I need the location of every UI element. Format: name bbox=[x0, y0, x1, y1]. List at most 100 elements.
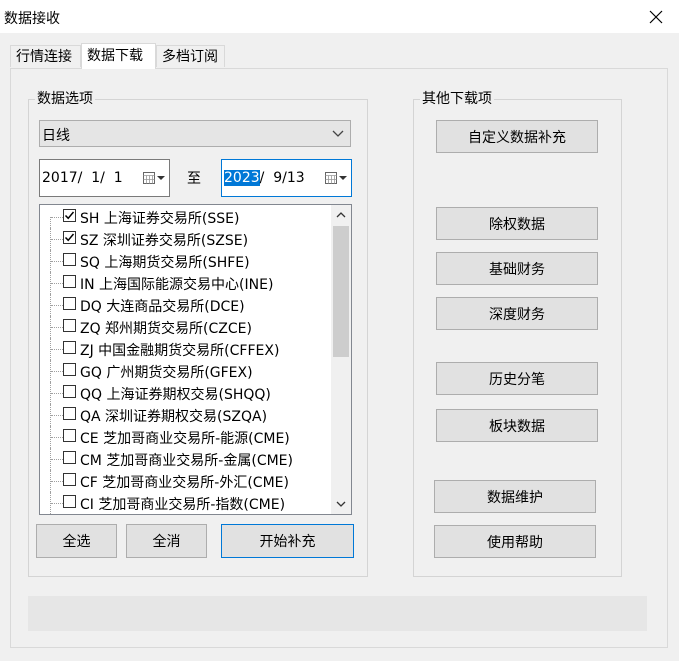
scroll-up-button[interactable] bbox=[331, 205, 351, 225]
market-checkbox[interactable] bbox=[63, 341, 76, 354]
maintenance-button[interactable]: 数据维护 bbox=[434, 480, 596, 513]
title-bar: 数据接收 bbox=[0, 0, 679, 33]
data-options-label: 数据选项 bbox=[35, 91, 95, 107]
start-date-value: 2017/ 1/ 1 bbox=[42, 170, 123, 186]
market-checkbox[interactable] bbox=[63, 253, 76, 266]
start-fill-button[interactable]: 开始补充 bbox=[221, 524, 354, 558]
period-select[interactable]: 日线 bbox=[39, 120, 351, 147]
market-label: GQ 广州期货交易所(GFEX) bbox=[80, 365, 253, 381]
market-checkbox[interactable] bbox=[63, 319, 76, 332]
market-checkbox[interactable] bbox=[63, 385, 76, 398]
tab-multilevel-subscription[interactable]: 多档订阅 bbox=[156, 45, 225, 67]
list-item[interactable]: QQ 上海证券期权交易(SHQQ) bbox=[40, 382, 332, 404]
market-label: CF 芝加哥商业交易所-外汇(CME) bbox=[80, 475, 289, 491]
market-label: DQ 大连商品交易所(DCE) bbox=[80, 299, 245, 315]
sector-data-button[interactable]: 板块数据 bbox=[436, 409, 598, 442]
check-icon bbox=[64, 233, 75, 242]
tab-quote-connection[interactable]: 行情连接 bbox=[10, 45, 81, 67]
list-item[interactable]: IN 上海国际能源交易中心(INE) bbox=[40, 272, 332, 294]
chevron-up-icon bbox=[336, 212, 346, 218]
tree-connector bbox=[50, 228, 64, 250]
tab-data-download[interactable]: 数据下载 bbox=[81, 43, 156, 69]
market-checkbox[interactable] bbox=[63, 363, 76, 376]
market-label: SH 上海证券交易所(SSE) bbox=[80, 211, 240, 227]
list-item[interactable]: CM 芝加哥商业交易所-金属(CME) bbox=[40, 448, 332, 470]
market-checkbox[interactable] bbox=[63, 275, 76, 288]
tree-connector bbox=[50, 448, 64, 470]
list-item[interactable]: GQ 广州期货交易所(GFEX) bbox=[40, 360, 332, 382]
market-checkbox[interactable] bbox=[63, 407, 76, 420]
tree-connector bbox=[50, 492, 64, 514]
window-title: 数据接收 bbox=[4, 11, 60, 27]
market-list[interactable]: SH 上海证券交易所(SSE) SZ 深圳证券交易所(SZSE) SQ 上海期货交易… bbox=[39, 204, 352, 515]
market-checkbox[interactable] bbox=[63, 473, 76, 486]
market-label: SZ 深圳证券交易所(SZSE) bbox=[80, 233, 249, 249]
list-item[interactable]: CF 芝加哥商业交易所-外汇(CME) bbox=[40, 470, 332, 492]
close-button[interactable] bbox=[633, 0, 679, 33]
tree-connector bbox=[50, 470, 64, 492]
calendar-icon[interactable] bbox=[325, 171, 347, 185]
list-item[interactable]: SQ 上海期货交易所(SHFE) bbox=[40, 250, 332, 272]
end-date-value: 2023/ 9/13 bbox=[224, 170, 305, 186]
market-checkbox[interactable] bbox=[63, 495, 76, 508]
market-label: IN 上海国际能源交易中心(INE) bbox=[80, 277, 274, 293]
market-label: QQ 上海证券期权交易(SHQQ) bbox=[80, 387, 271, 403]
end-date-picker[interactable]: 2023/ 9/13 bbox=[221, 159, 352, 197]
chevron-down-icon bbox=[336, 501, 346, 507]
market-checkbox[interactable] bbox=[63, 297, 76, 310]
market-label: QA 深圳证券期权交易(SZQA) bbox=[80, 409, 268, 425]
tree-connector bbox=[50, 426, 64, 448]
scroll-down-button[interactable] bbox=[331, 494, 351, 514]
market-label: CI 芝加哥商业交易所-指数(CME) bbox=[80, 497, 286, 513]
market-checkbox[interactable] bbox=[63, 451, 76, 464]
market-checkbox[interactable] bbox=[63, 231, 76, 244]
check-icon bbox=[64, 211, 75, 220]
status-bar bbox=[28, 596, 647, 631]
tree-connector bbox=[50, 250, 64, 272]
history-ticks-button[interactable]: 历史分笔 bbox=[436, 362, 598, 395]
list-item[interactable]: CE 芝加哥商业交易所-能源(CME) bbox=[40, 426, 332, 448]
chevron-down-icon bbox=[332, 130, 344, 137]
tab-label: 数据下载 bbox=[87, 48, 143, 64]
market-label: CM 芝加哥商业交易所-金属(CME) bbox=[80, 453, 293, 469]
help-button[interactable]: 使用帮助 bbox=[434, 525, 596, 558]
close-icon bbox=[649, 10, 663, 23]
list-item[interactable]: SZ 深圳证券交易所(SZSE) bbox=[40, 228, 332, 250]
list-item[interactable]: QA 深圳证券期权交易(SZQA) bbox=[40, 404, 332, 426]
tree-connector bbox=[50, 404, 64, 426]
market-label: ZJ 中国金融期货交易所(CFFEX) bbox=[80, 343, 280, 359]
list-item[interactable]: CI 芝加哥商业交易所-指数(CME) bbox=[40, 492, 332, 514]
scroll-thumb[interactable] bbox=[333, 226, 349, 357]
ex-rights-button[interactable]: 除权数据 bbox=[436, 207, 598, 240]
calendar-icon[interactable] bbox=[143, 171, 165, 185]
tree-connector bbox=[50, 360, 64, 382]
list-item[interactable]: ZQ 郑州期货交易所(CZCE) bbox=[40, 316, 332, 338]
market-label: ZQ 郑州期货交易所(CZCE) bbox=[80, 321, 252, 337]
market-checkbox[interactable] bbox=[63, 209, 76, 222]
start-date-picker[interactable]: 2017/ 1/ 1 bbox=[39, 159, 170, 197]
custom-fill-button[interactable]: 自定义数据补充 bbox=[436, 120, 598, 153]
list-item[interactable]: DQ 大连商品交易所(DCE) bbox=[40, 294, 332, 316]
market-label: SQ 上海期货交易所(SHFE) bbox=[80, 255, 250, 271]
list-scrollbar[interactable] bbox=[331, 205, 351, 514]
tab-label: 多档订阅 bbox=[162, 49, 218, 65]
end-date-year-selected: 2023 bbox=[224, 170, 260, 186]
clear-all-button[interactable]: 全消 bbox=[126, 524, 207, 558]
end-date-rest: / 9/13 bbox=[259, 170, 305, 186]
period-value: 日线 bbox=[42, 128, 70, 144]
tab-label: 行情连接 bbox=[16, 49, 72, 65]
tree-connector bbox=[50, 294, 64, 316]
to-label: 至 bbox=[187, 171, 201, 187]
tree-connector bbox=[50, 206, 64, 228]
basic-finance-button[interactable]: 基础财务 bbox=[436, 252, 598, 285]
tree-connector bbox=[50, 272, 64, 294]
deep-finance-button[interactable]: 深度财务 bbox=[436, 297, 598, 330]
list-item[interactable]: SH 上海证券交易所(SSE) bbox=[40, 206, 332, 228]
market-checkbox[interactable] bbox=[63, 429, 76, 442]
other-downloads-label: 其他下载项 bbox=[420, 91, 494, 107]
select-all-button[interactable]: 全选 bbox=[36, 524, 117, 558]
tree-connector bbox=[50, 382, 64, 404]
list-item[interactable]: ZJ 中国金融期货交易所(CFFEX) bbox=[40, 338, 332, 360]
market-label: CE 芝加哥商业交易所-能源(CME) bbox=[80, 431, 290, 447]
tree-connector bbox=[50, 338, 64, 360]
